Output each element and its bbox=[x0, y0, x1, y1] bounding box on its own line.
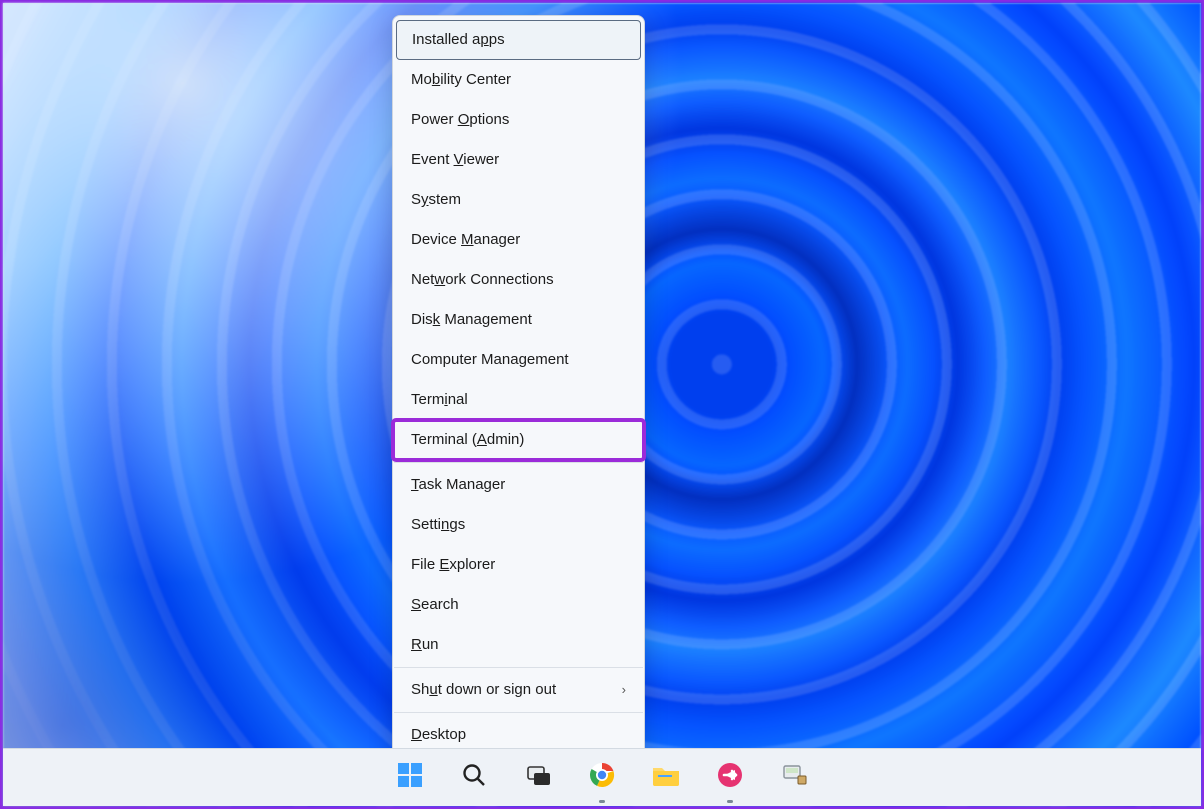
menu-item-label: Disk Management bbox=[411, 309, 532, 331]
menu-item-label: Settings bbox=[411, 514, 465, 536]
menu-item[interactable]: Network Connections bbox=[393, 260, 644, 300]
menu-item[interactable]: Shut down or sign out › bbox=[393, 670, 644, 710]
winx-context-menu: Installed apps Mobility Center Power Optio… bbox=[392, 15, 645, 760]
menu-item-label: Installed apps bbox=[412, 29, 505, 51]
menu-item-label: Terminal (Admin) bbox=[411, 429, 524, 451]
menu-item-label: Search bbox=[411, 594, 459, 616]
menu-item-label: Run bbox=[411, 634, 439, 656]
running-indicator bbox=[727, 800, 733, 803]
menu-item-label: Mobility Center bbox=[411, 69, 511, 91]
menu-item-label: Shut down or sign out bbox=[411, 679, 556, 701]
menu-item[interactable]: Settings bbox=[393, 505, 644, 545]
menu-item-label: File Explorer bbox=[411, 554, 495, 576]
menu-item[interactable]: Mobility Center bbox=[393, 60, 644, 100]
taskview-icon bbox=[525, 762, 551, 793]
menu-item[interactable]: System bbox=[393, 180, 644, 220]
menu-item-label: Desktop bbox=[411, 724, 466, 746]
menu-item[interactable]: Search bbox=[393, 585, 644, 625]
chrome-button[interactable] bbox=[581, 757, 623, 799]
menu-item[interactable]: File Explorer bbox=[393, 545, 644, 585]
menu-separator bbox=[394, 667, 643, 668]
file-explorer-button[interactable] bbox=[645, 757, 687, 799]
desktop: Installed apps Mobility Center Power Optio… bbox=[0, 0, 1204, 809]
folder-icon bbox=[651, 762, 681, 793]
menu-separator bbox=[394, 462, 643, 463]
menu-item[interactable]: Terminal bbox=[393, 380, 644, 420]
menu-item-label: Power Options bbox=[411, 109, 509, 131]
menu-item-label: Computer Management bbox=[411, 349, 569, 371]
menu-item-label: Terminal bbox=[411, 389, 468, 411]
taskbar bbox=[3, 748, 1201, 806]
menu-separator bbox=[394, 712, 643, 713]
start-button[interactable] bbox=[389, 757, 431, 799]
search-button[interactable] bbox=[453, 757, 495, 799]
menu-item-label: Task Manager bbox=[411, 474, 505, 496]
chrome-icon bbox=[588, 761, 616, 794]
menu-item[interactable]: Terminal (Admin) bbox=[393, 420, 644, 460]
menu-item[interactable]: Disk Management bbox=[393, 300, 644, 340]
menu-item-label: Network Connections bbox=[411, 269, 554, 291]
menu-item[interactable]: Installed apps bbox=[396, 20, 641, 60]
windows-icon bbox=[396, 761, 424, 794]
recorder-icon bbox=[716, 761, 744, 794]
recorder-button[interactable] bbox=[709, 757, 751, 799]
device-app-button[interactable] bbox=[773, 757, 815, 799]
menu-item[interactable]: Event Viewer bbox=[393, 140, 644, 180]
menu-item[interactable]: Computer Management bbox=[393, 340, 644, 380]
menu-item-label: Event Viewer bbox=[411, 149, 499, 171]
menu-item[interactable]: Power Options bbox=[393, 100, 644, 140]
menu-item[interactable]: Run bbox=[393, 625, 644, 665]
search-icon bbox=[461, 762, 487, 793]
menu-item-label: System bbox=[411, 189, 461, 211]
menu-item[interactable]: Device Manager bbox=[393, 220, 644, 260]
task-view-button[interactable] bbox=[517, 757, 559, 799]
running-indicator bbox=[599, 800, 605, 803]
device-icon bbox=[780, 762, 808, 793]
menu-item-label: Device Manager bbox=[411, 229, 520, 251]
menu-item[interactable]: Task Manager bbox=[393, 465, 644, 505]
chevron-right-icon: › bbox=[622, 679, 626, 701]
